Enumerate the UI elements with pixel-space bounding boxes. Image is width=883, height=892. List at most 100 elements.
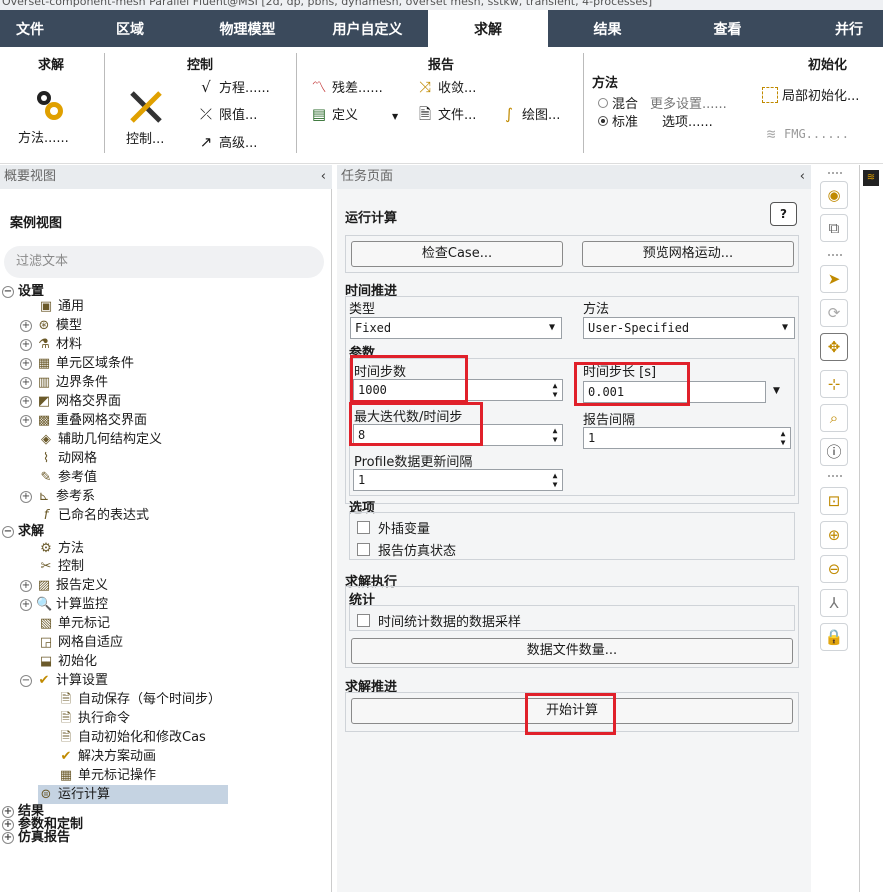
zoom-box-icon[interactable]: ⌕: [820, 404, 848, 432]
tree-item-cell-register-ops[interactable]: ▦ 单元标记操作: [58, 766, 156, 785]
expand-icon[interactable]: +: [20, 338, 32, 351]
expand-icon[interactable]: +: [20, 490, 32, 503]
collapse-icon[interactable]: −: [20, 674, 32, 687]
tree-item-execute-commands[interactable]: 🗎 执行命令: [58, 709, 130, 728]
tree-item-report[interactable]: + 仿真报告: [2, 828, 70, 847]
data-file-quantities-button[interactable]: 数据文件数量...: [351, 638, 793, 664]
chevron-left-icon[interactable]: ‹: [800, 165, 805, 189]
standard-radio[interactable]: 标准: [598, 111, 638, 130]
profile-interval-input[interactable]: 1 ▲ ▼: [353, 469, 563, 491]
controls-icon[interactable]: [126, 87, 166, 127]
expand-icon[interactable]: +: [20, 395, 32, 408]
tree-item-auto-init[interactable]: 🗎 自动初始化和修改Cas: [58, 728, 206, 747]
tree-item-overset[interactable]: + ▩ 重叠网格交界面: [20, 411, 147, 430]
report-plots-button[interactable]: ∫ 绘图...: [500, 104, 560, 124]
tree-item-dynamic-mesh[interactable]: ⌇ 动网格: [38, 449, 97, 468]
expand-icon[interactable]: +: [20, 579, 32, 592]
expand-icon[interactable]: +: [20, 598, 32, 611]
cube-view-icon[interactable]: ⧉: [820, 214, 848, 242]
preview-mesh-button[interactable]: 预览网格运动...: [582, 241, 794, 267]
report-status-checkbox[interactable]: 报告仿真状态: [357, 540, 456, 559]
expand-icon[interactable]: +: [20, 376, 32, 389]
tab-view[interactable]: 查看: [690, 10, 765, 47]
lock-icon[interactable]: 🔒: [820, 623, 848, 651]
method-select[interactable]: User-Specified ▼: [583, 317, 795, 339]
spinner-icon[interactable]: ▲ ▼: [550, 426, 560, 444]
tree-item-methods[interactable]: ⚙ 方法: [38, 539, 84, 558]
collapse-icon[interactable]: −: [2, 525, 14, 538]
tree-item-cell-zones[interactable]: + ▦ 单元区域条件: [20, 354, 134, 373]
tree-item-calc-activities[interactable]: − ✔ 计算设置: [20, 671, 108, 690]
tab-file[interactable]: 文件: [0, 10, 60, 47]
tree-item-materials[interactable]: + ⚗ 材料: [20, 335, 82, 354]
tab-solution[interactable]: 求解: [428, 10, 548, 47]
tab-physics[interactable]: 物理模型: [200, 10, 295, 47]
spinner-icon[interactable]: ▲ ▼: [550, 471, 560, 489]
expand-icon[interactable]: +: [20, 357, 32, 370]
sampling-checkbox[interactable]: 时间统计数据的数据采样: [357, 611, 521, 630]
tree-item-controls[interactable]: ✂ 控制: [38, 557, 84, 576]
tree-item-expressions[interactable]: f 已命名的表达式: [38, 506, 149, 525]
tab-domain[interactable]: 区域: [90, 10, 170, 47]
time-step-dropdown-icon[interactable]: ▼: [773, 386, 780, 396]
tree-item-geometry[interactable]: ◈ 辅助几何结构定义: [38, 430, 162, 449]
gear-icon[interactable]: [32, 87, 68, 123]
limits-button[interactable]: ⤫ 限值...: [197, 104, 257, 124]
pan-icon[interactable]: ✥: [820, 333, 848, 361]
chevron-left-icon[interactable]: ‹: [321, 165, 326, 189]
pointer-icon[interactable]: ➤: [820, 265, 848, 293]
definitions-dropdown-icon[interactable]: ▼: [392, 112, 398, 121]
residuals-button[interactable]: 〽残差......: [310, 77, 382, 97]
tree-item-general[interactable]: ▣ 通用: [38, 297, 84, 316]
filter-input[interactable]: 过滤文本: [4, 246, 324, 278]
help-icon[interactable]: ?: [770, 202, 797, 226]
expand-icon[interactable]: +: [20, 414, 32, 427]
tab-results[interactable]: 结果: [570, 10, 645, 47]
tree-item-boundary[interactable]: + ▥ 边界条件: [20, 373, 108, 392]
equations-button[interactable]: √ 方程......: [197, 77, 270, 97]
check-case-button[interactable]: 检查Case...: [351, 241, 563, 267]
tab-parallel[interactable]: 并行: [815, 10, 883, 47]
report-definitions-icon: ▨: [37, 577, 51, 593]
info-icon[interactable]: ⓘ: [820, 438, 848, 466]
expand-icon[interactable]: +: [2, 831, 14, 844]
hybrid-radio[interactable]: 混合: [598, 93, 638, 112]
report-interval-input[interactable]: 1 ▲ ▼: [583, 427, 791, 449]
tree-item-reference-frames[interactable]: + ⊾ 参考系: [20, 487, 95, 506]
tree-item-monitors[interactable]: + 🔍 计算监控: [20, 595, 108, 614]
rotate-icon[interactable]: ⟳: [820, 299, 848, 327]
tree-item-reference-values[interactable]: ✎ 参考值: [38, 468, 97, 487]
fmg-button[interactable]: ≋ FMG......: [762, 125, 849, 143]
tree-item-autosave[interactable]: 🗎 自动保存（每个时间步）: [58, 690, 221, 709]
options-button[interactable]: 选项......: [662, 111, 713, 130]
tree-item-mesh-interfaces[interactable]: + ◩ 网格交界面: [20, 392, 121, 411]
report-files-button[interactable]: 🗎 文件...: [416, 104, 476, 124]
definitions-button[interactable]: ▤ 定义: [310, 104, 358, 124]
type-select[interactable]: Fixed ▼: [350, 317, 562, 339]
extrapolate-checkbox[interactable]: 外插变量: [357, 518, 430, 537]
patch-button[interactable]: 局部初始化...: [762, 85, 859, 104]
advanced-button[interactable]: ↗ 高级...: [197, 132, 258, 152]
tree-item-adaption[interactable]: ◲ 网格自适应: [38, 633, 123, 652]
zoom-out-icon[interactable]: ⊖: [820, 555, 848, 583]
expand-icon[interactable]: +: [20, 319, 32, 332]
zoom-in-icon[interactable]: ⊕: [820, 521, 848, 549]
tree-item-cell-registers[interactable]: ▧ 单元标记: [38, 614, 110, 633]
collapse-icon[interactable]: −: [2, 285, 14, 298]
tree-item-initialization[interactable]: ⬓ 初始化: [38, 652, 97, 671]
tab-user-defined[interactable]: 用户自定义: [320, 10, 415, 47]
methods-button[interactable]: 方法......: [18, 127, 69, 146]
tree-item-run-calculation[interactable]: ⊜ 运行计算: [38, 785, 228, 804]
zoom-icon[interactable]: ⊹: [820, 370, 848, 398]
tree-item-animation[interactable]: ✔ 解决方案动画: [58, 747, 156, 766]
convergence-button[interactable]: ⤨ 收敛...: [416, 77, 476, 97]
more-settings-button[interactable]: 更多设置......: [650, 93, 727, 112]
tree-item-report-definitions[interactable]: + ▨ 报告定义: [20, 576, 108, 595]
axes-icon[interactable]: ⅄: [820, 589, 848, 617]
fit-zoom-icon[interactable]: ⊡: [820, 487, 848, 515]
tree-item-models[interactable]: + ⊛ 模型: [20, 316, 82, 335]
spinner-icon[interactable]: ▲ ▼: [778, 429, 788, 447]
controls-button[interactable]: 控制...: [126, 128, 164, 147]
spinner-icon[interactable]: ▲ ▼: [550, 381, 560, 399]
model-view-icon[interactable]: ◉: [820, 181, 848, 209]
